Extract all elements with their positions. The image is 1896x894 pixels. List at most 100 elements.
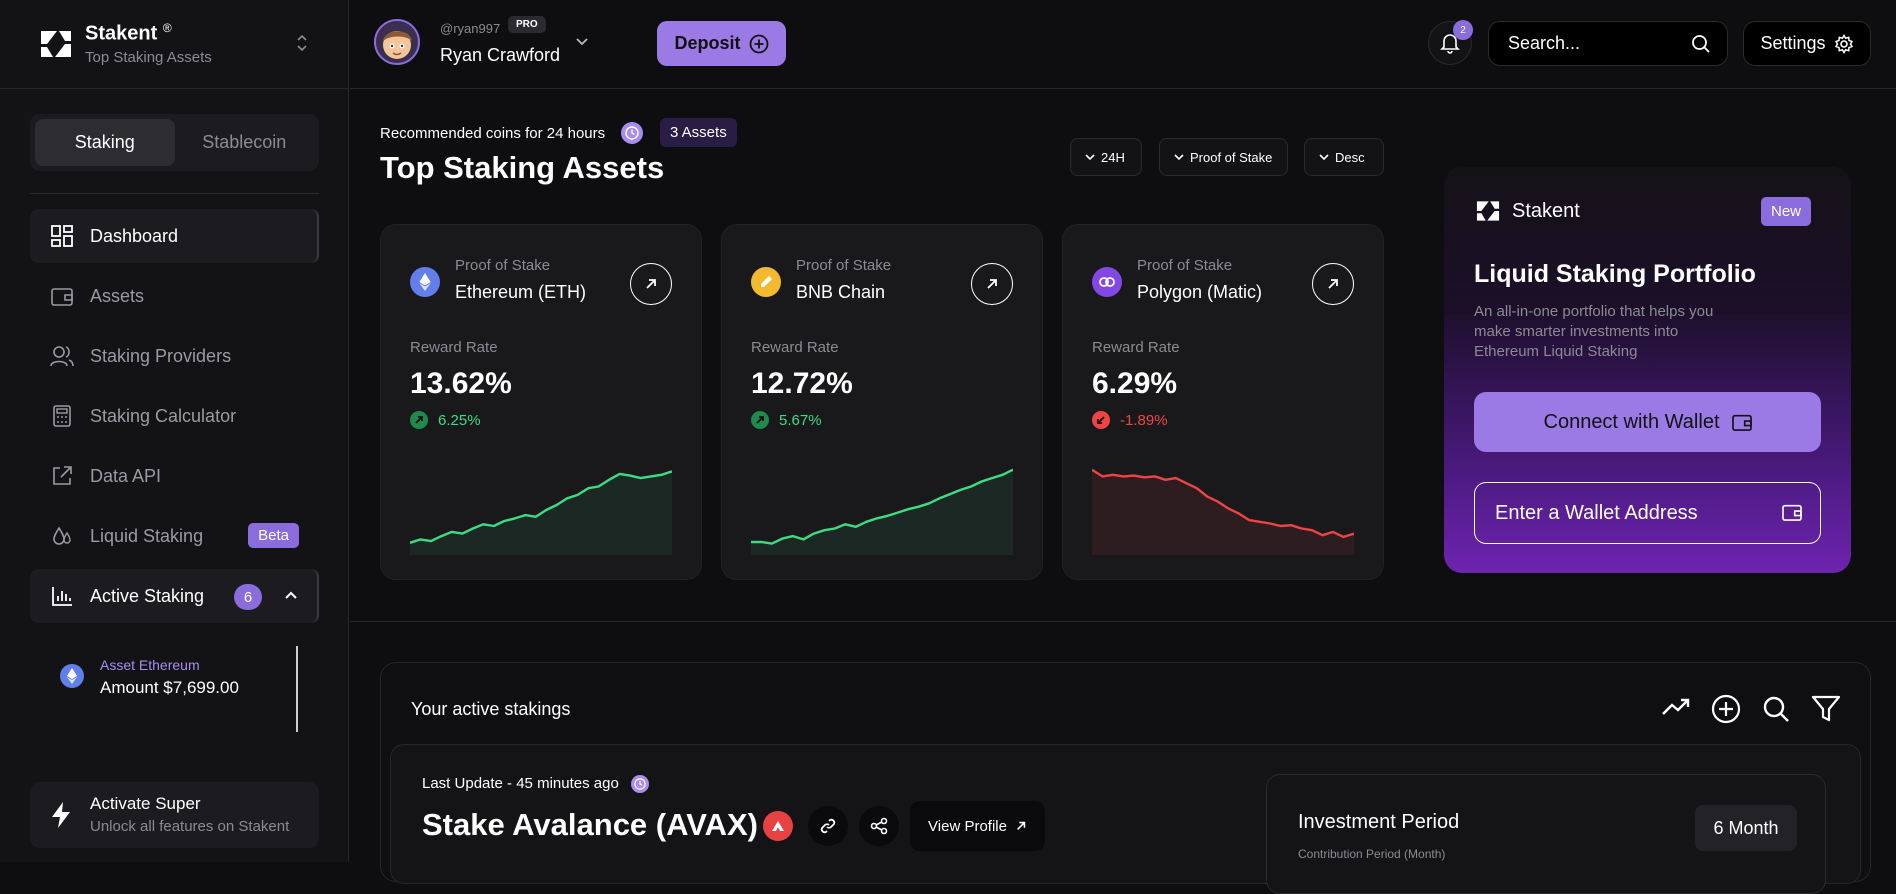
period-select[interactable]: 6 Month: [1695, 805, 1797, 851]
sidebar-item-assets[interactable]: Assets: [30, 269, 319, 323]
active-stakings-title: Your active stakings: [411, 699, 571, 719]
activate-subtitle: Unlock all features on Stakent: [90, 818, 290, 835]
chevron-up-icon[interactable]: [284, 590, 298, 600]
search-placeholder: Search...: [1508, 33, 1581, 53]
sparkline-chart: [751, 468, 1013, 555]
stake-detail-panel: Last Update - 45 minutes ago Stake Avala…: [390, 744, 1861, 894]
promo-brand: Stakent: [1512, 200, 1580, 222]
notification-button[interactable]: 2: [1428, 20, 1473, 65]
sidebar-item-label: Active Staking: [90, 585, 205, 606]
arrow-up-right-icon: [985, 277, 999, 291]
investment-period-box: Investment Period Contribution Period (M…: [1266, 774, 1826, 894]
sidebar-item-data-api[interactable]: Data API: [30, 449, 319, 503]
recommended-label: Recommended coins for 24 hours: [380, 125, 606, 142]
trending-up-icon[interactable]: [1661, 697, 1691, 717]
droplets-icon: [50, 524, 74, 548]
pro-badge: PRO: [508, 16, 546, 33]
view-profile-label: View Profile: [928, 817, 1007, 835]
asset-card-ethereum[interactable]: Proof of Stake Ethereum (ETH) Reward Rat…: [380, 224, 702, 580]
sidebar-item-label: Staking Providers: [90, 345, 232, 366]
sidebar-item-liquid-staking[interactable]: Liquid Staking Beta: [30, 509, 319, 563]
promo-title: Liquid Staking Portfolio: [1474, 260, 1756, 288]
change-value: 6.25%: [438, 411, 481, 429]
sidebar-item-label: Assets: [90, 285, 145, 306]
trend-up-icon: [751, 411, 769, 429]
open-asset-button[interactable]: [630, 263, 672, 305]
clock-icon: [631, 775, 649, 793]
change-value: 5.67%: [779, 411, 822, 429]
section-divider: [350, 621, 1896, 622]
deposit-button[interactable]: Deposit: [657, 21, 786, 66]
filter-label: 24H: [1101, 149, 1125, 165]
share-button[interactable]: [859, 806, 899, 846]
view-profile-button[interactable]: View Profile: [910, 801, 1045, 851]
stakent-logo-icon: [1474, 197, 1502, 225]
notification-count: 2: [1453, 20, 1473, 40]
filter-consensus[interactable]: Proof of Stake: [1159, 138, 1288, 176]
sidebar-item-label: Dashboard: [90, 225, 179, 246]
asset-label: Asset Ethereum: [100, 657, 200, 673]
sidebar-item-staking-calculator[interactable]: Staking Calculator: [30, 389, 319, 443]
search-input[interactable]: Search...: [1488, 21, 1728, 66]
connect-wallet-button[interactable]: Connect with Wallet: [1474, 392, 1821, 452]
plus-circle-icon: [749, 34, 769, 54]
sidebar-item-staking-providers[interactable]: Staking Providers: [30, 329, 319, 383]
avatar[interactable]: [374, 19, 420, 65]
tab-staking[interactable]: Staking: [35, 119, 175, 166]
brand-switcher[interactable]: Stakent ® Top Staking Assets: [0, 0, 349, 89]
reward-rate-value: 13.62%: [410, 367, 512, 400]
asset-name: Polygon (Matic): [1137, 282, 1263, 302]
filter-icon[interactable]: [1811, 695, 1841, 723]
trend-up-icon: [410, 411, 428, 429]
chevron-down-icon: [1174, 153, 1184, 161]
new-badge: New: [1761, 197, 1812, 226]
open-asset-button[interactable]: [1312, 263, 1354, 305]
assets-count-badge: 3 Assets: [660, 118, 737, 147]
reward-rate-label: Reward Rate: [1092, 339, 1180, 356]
enter-wallet-address-input[interactable]: Enter a Wallet Address: [1474, 482, 1821, 544]
arrow-up-right-icon: [1015, 820, 1027, 832]
filter-label: Proof of Stake: [1190, 149, 1273, 165]
sidebar-item-active-staking[interactable]: Active Staking 6: [30, 569, 319, 623]
asset-card-bnb[interactable]: Proof of Stake BNB Chain Reward Rate 12.…: [721, 224, 1043, 580]
add-circle-icon[interactable]: [1711, 694, 1741, 724]
deposit-label: Deposit: [674, 33, 741, 53]
copy-link-button[interactable]: [808, 806, 848, 846]
settings-button[interactable]: Settings: [1743, 21, 1871, 66]
sidebar-item-dashboard[interactable]: Dashboard: [30, 209, 319, 263]
investment-period-label: Investment Period: [1298, 811, 1460, 833]
calculator-icon: [50, 404, 74, 428]
reward-rate-label: Reward Rate: [410, 339, 498, 356]
stake-title: Stake Avalance (AVAX): [422, 807, 758, 842]
reward-rate-label: Reward Rate: [751, 339, 839, 356]
connect-wallet-label: Connect with Wallet: [1543, 410, 1720, 433]
asset-category: Proof of Stake: [796, 257, 892, 274]
enter-wallet-label: Enter a Wallet Address: [1495, 501, 1698, 524]
activate-super-button[interactable]: Activate Super Unlock all features on St…: [30, 782, 319, 848]
user-handle: @ryan997: [440, 21, 501, 36]
search-icon: [1691, 34, 1711, 54]
filter-timeframe[interactable]: 24H: [1070, 138, 1142, 176]
chevron-down-icon[interactable]: [575, 37, 589, 47]
asset-category: Proof of Stake: [455, 257, 551, 274]
chevron-down-icon: [1085, 153, 1095, 161]
search-icon[interactable]: [1762, 695, 1790, 723]
tab-stablecoin[interactable]: Stablecoin: [175, 119, 315, 166]
filter-sort[interactable]: Desc: [1304, 138, 1384, 176]
reward-rate-value: 6.29%: [1092, 367, 1178, 400]
arrow-up-right-icon: [1326, 277, 1340, 291]
asset-category: Proof of Stake: [1137, 257, 1233, 274]
open-asset-button[interactable]: [971, 263, 1013, 305]
lightning-icon: [50, 802, 72, 828]
arrow-up-right-icon: [644, 277, 658, 291]
active-staking-count: 6: [234, 584, 262, 610]
brand-name: Stakent ®: [85, 21, 172, 45]
topbar: @ryan997 PRO Ryan Crawford Deposit 2 Sea…: [350, 0, 1896, 89]
settings-label: Settings: [1760, 33, 1826, 53]
external-link-icon: [50, 464, 74, 488]
chevron-down-icon: [1319, 153, 1329, 161]
asset-card-polygon[interactable]: Proof of Stake Polygon (Matic) Reward Ra…: [1062, 224, 1384, 580]
ethereum-icon: [410, 267, 440, 297]
sparkline-chart: [410, 470, 672, 555]
reward-change: 6.25%: [410, 411, 481, 429]
